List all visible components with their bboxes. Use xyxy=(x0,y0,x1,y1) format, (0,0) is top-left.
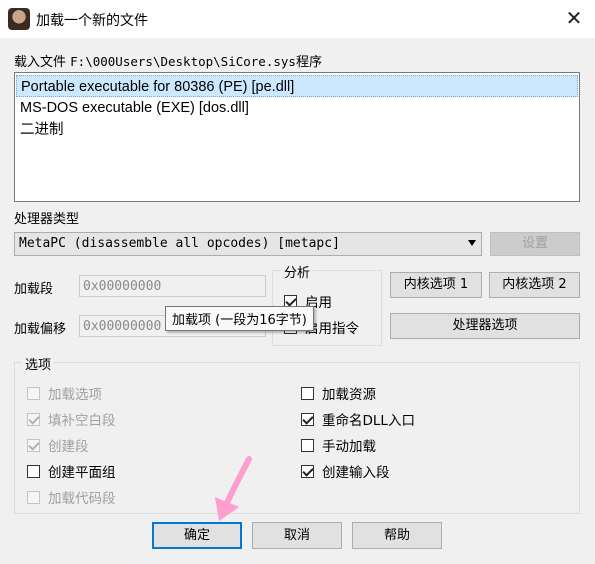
processor-type-select[interactable]: MetaPC (disassemble all opcodes) [metapc… xyxy=(14,232,482,256)
option-checkbox[interactable]: 填补空白段 xyxy=(27,409,116,429)
ok-button[interactable]: 确定 xyxy=(152,522,242,549)
file-label: 载入文件 F:\000Users\Desktop\SiCore.sys程序 xyxy=(14,51,322,70)
options-group-title: 选项 xyxy=(22,354,55,373)
checkbox-icon xyxy=(27,490,40,504)
file-label-prefix: 载入文件 xyxy=(14,55,67,70)
option-checkbox[interactable]: 手动加载 xyxy=(301,435,376,455)
option-label: 重命名DLL入口 xyxy=(322,413,415,429)
option-label: 创建段 xyxy=(48,439,89,455)
checkbox-check-icon xyxy=(27,412,40,426)
app-portrait-icon xyxy=(8,8,30,30)
tooltip: 加载项 (一段为16字节) xyxy=(165,306,314,331)
checkbox-icon xyxy=(27,464,40,478)
option-label: 加载选项 xyxy=(48,387,102,403)
file-path: F:\000Users\Desktop\SiCore.sys xyxy=(70,54,296,69)
checkbox-icon xyxy=(301,386,314,400)
checkbox-check-icon xyxy=(301,464,314,478)
analysis-group-title: 分析 xyxy=(281,262,314,281)
option-checkbox[interactable]: 加载代码段 xyxy=(27,487,116,507)
help-button[interactable]: 帮助 xyxy=(352,522,442,549)
kernel-options-2-button[interactable]: 内核选项 2 xyxy=(489,272,580,298)
checkbox-check-icon xyxy=(27,438,40,452)
chevron-down-icon xyxy=(468,240,476,246)
option-checkbox[interactable]: 创建段 xyxy=(27,435,89,455)
option-checkbox[interactable]: 加载选项 xyxy=(27,383,102,403)
window-title: 加载一个新的文件 xyxy=(36,13,148,29)
option-label: 创建平面组 xyxy=(48,465,116,481)
close-icon[interactable]: ✕ xyxy=(560,4,588,32)
load-offset-label: 加载偏移 xyxy=(14,322,67,337)
processor-options-button[interactable]: 处理器选项 xyxy=(390,313,580,339)
option-checkbox[interactable]: 重命名DLL入口 xyxy=(301,409,415,429)
kernel-options-1-button[interactable]: 内核选项 1 xyxy=(390,272,482,298)
list-item[interactable]: Portable executable for 80386 (PE) [pe.d… xyxy=(16,75,578,97)
option-label: 创建输入段 xyxy=(322,465,390,481)
processor-type-value: MetaPC (disassemble all opcodes) [metapc… xyxy=(19,236,340,251)
cancel-button[interactable]: 取消 xyxy=(252,522,342,549)
processor-type-label: 处理器类型 xyxy=(14,212,80,227)
option-label: 加载资源 xyxy=(322,387,376,403)
option-checkbox[interactable]: 创建平面组 xyxy=(27,461,116,481)
option-checkbox[interactable]: 加载资源 xyxy=(301,383,376,403)
checkbox-check-icon xyxy=(301,412,314,426)
option-label: 加载代码段 xyxy=(48,491,116,507)
settings-button[interactable]: 设置 xyxy=(490,232,580,256)
annotation-arrow-icon xyxy=(215,456,252,521)
option-label: 填补空白段 xyxy=(48,413,116,429)
file-label-suffix: 程序 xyxy=(295,55,322,70)
list-item[interactable]: 二进制 xyxy=(16,119,578,141)
loader-list[interactable]: Portable executable for 80386 (PE) [pe.d… xyxy=(14,72,580,202)
option-checkbox[interactable]: 创建输入段 xyxy=(301,461,390,481)
option-label: 手动加载 xyxy=(322,439,376,455)
list-item[interactable]: MS-DOS executable (EXE) [dos.dll] xyxy=(16,97,578,119)
checkbox-icon xyxy=(27,386,40,400)
checkbox-icon xyxy=(301,438,314,452)
load-segment-label: 加载段 xyxy=(14,282,54,297)
load-segment-field[interactable]: 0x00000000 xyxy=(79,275,266,297)
